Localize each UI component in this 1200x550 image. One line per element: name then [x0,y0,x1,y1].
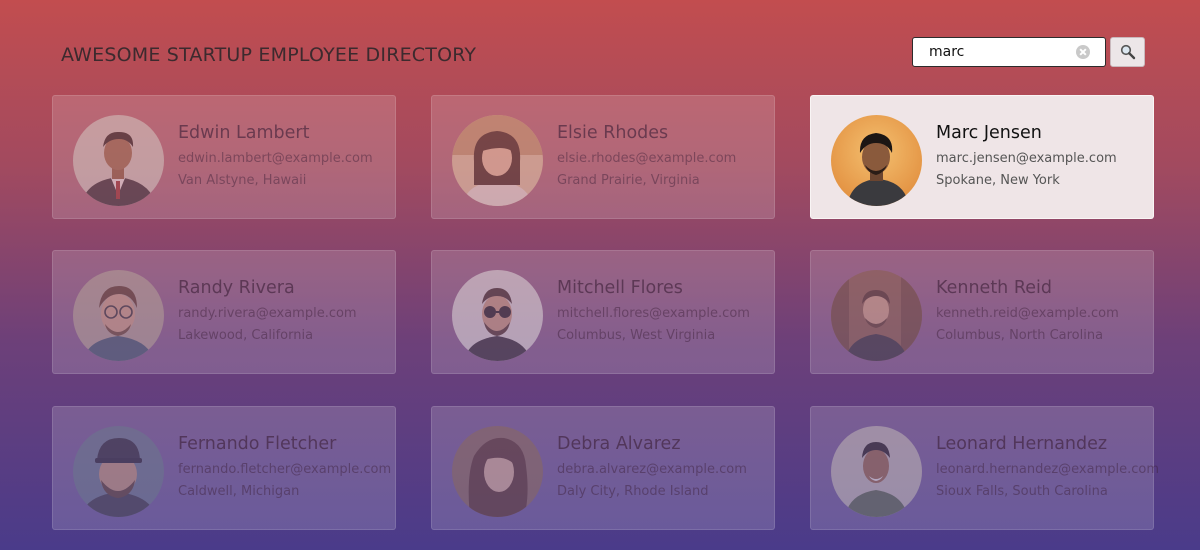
avatar [831,426,922,517]
employee-email: elsie.rhodes@example.com [557,151,737,166]
employee-name: Mitchell Flores [557,278,683,298]
avatar [73,115,164,206]
employee-name: Leonard Hernandez [936,434,1108,454]
avatar [831,270,922,361]
employee-email: randy.rivera@example.com [178,306,357,321]
employee-name: Kenneth Reid [936,278,1052,298]
employee-card[interactable]: Elsie Rhodes elsie.rhodes@example.com Gr… [431,95,775,219]
employee-email: mitchell.flores@example.com [557,306,750,321]
employee-name: Fernando Fletcher [178,434,337,454]
employee-location: Daly City, Rhode Island [557,484,709,499]
employee-card[interactable]: Edwin Lambert edwin.lambert@example.com … [52,95,396,219]
employee-location: Spokane, New York [936,173,1060,188]
employee-location: Columbus, North Carolina [936,328,1104,343]
avatar [452,270,543,361]
employee-card[interactable]: Randy Rivera randy.rivera@example.com La… [52,250,396,374]
employee-location: Lakewood, California [178,328,314,343]
employee-email: kenneth.reid@example.com [936,306,1119,321]
employee-card[interactable]: Debra Alvarez debra.alvarez@example.com … [431,406,775,530]
employee-email: marc.jensen@example.com [936,151,1117,166]
employee-email: leonard.hernandez@example.com [936,462,1159,477]
employee-name: Randy Rivera [178,278,295,298]
employee-name: Debra Alvarez [557,434,681,454]
avatar [452,115,543,206]
employee-location: Van Alstyne, Hawaii [178,173,307,188]
employee-card[interactable]: Mitchell Flores mitchell.flores@example.… [431,250,775,374]
avatar [452,426,543,517]
search-input[interactable] [913,38,1089,65]
employee-location: Columbus, West Virginia [557,328,716,343]
employee-card[interactable]: Leonard Hernandez leonard.hernandez@exam… [810,406,1159,530]
employee-location: Caldwell, Michigan [178,484,300,499]
employee-email: edwin.lambert@example.com [178,151,373,166]
page-title: AWESOME STARTUP EMPLOYEE DIRECTORY [61,44,477,66]
employee-location: Sioux Falls, South Carolina [936,484,1108,499]
employee-email: fernando.fletcher@example.com [178,462,392,477]
employee-card[interactable]: Kenneth Reid kenneth.reid@example.com Co… [810,250,1154,374]
employee-card[interactable]: Fernando Fletcher fernando.fletcher@exam… [52,406,396,530]
search-box [912,37,1106,67]
employee-name: Edwin Lambert [178,123,310,143]
employee-name: Marc Jensen [936,123,1042,143]
magnifier-icon [1120,44,1135,60]
employee-name: Elsie Rhodes [557,123,669,143]
clear-search-icon[interactable] [1076,45,1090,59]
avatar [73,426,164,517]
employee-card-highlighted[interactable]: Marc Jensen marc.jensen@example.com Spok… [810,95,1154,219]
avatar [831,115,922,206]
employee-email: debra.alvarez@example.com [557,462,747,477]
employee-location: Grand Prairie, Virginia [557,173,700,188]
search-button[interactable] [1110,37,1145,67]
avatar [73,270,164,361]
